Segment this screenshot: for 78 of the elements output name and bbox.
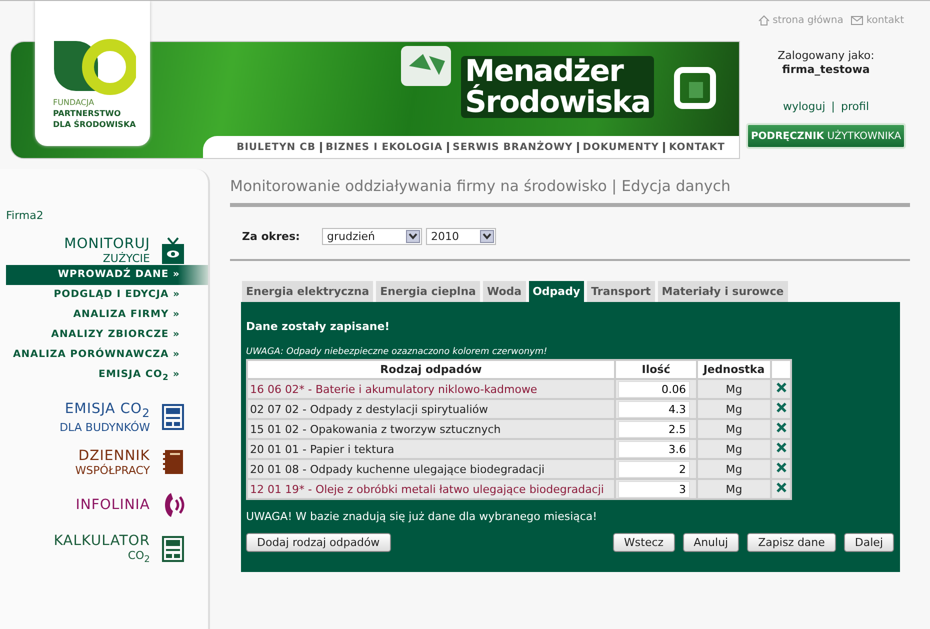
delete-icon[interactable] — [776, 482, 786, 493]
amount-input[interactable]: 3.6 — [618, 440, 690, 458]
success-message: Dane zostały zapisane! — [246, 320, 391, 333]
recycle-photo-icon — [401, 46, 451, 86]
unit-cell: Mg — [697, 419, 771, 439]
dropdown-arrow-icon — [406, 230, 420, 243]
nav-link[interactable]: SERWIS BRANŻOWY — [446, 142, 577, 152]
login-user: firma_testowa — [782, 63, 870, 76]
nav-link[interactable]: BIULETYN CB — [232, 142, 320, 152]
waste-type-cell: 20 01 01 - Papier i tektura — [247, 439, 615, 459]
tab[interactable]: Transport — [587, 281, 655, 302]
section-link[interactable]: INFOLINIA — [0, 490, 208, 519]
tab[interactable]: Materiały i surowce — [658, 281, 788, 302]
sidebar-item[interactable]: ANALIZY ZBIORCZE » — [0, 325, 208, 345]
form-button[interactable]: Anuluj — [682, 533, 740, 552]
link-separator: | — [831, 100, 836, 113]
section-link[interactable]: MONITORUJ ZUŻYCIE — [0, 236, 208, 265]
notebook-icon — [160, 449, 186, 476]
year-select[interactable]: 2010 — [426, 228, 496, 245]
amount-input[interactable]: 4.3 — [618, 400, 690, 418]
amount-input[interactable]: 0.06 — [618, 380, 690, 398]
sidebar-item[interactable]: ANALIZA PORÓWNAWCZA » — [0, 345, 208, 365]
profile-link[interactable]: profil — [841, 100, 869, 113]
section-link[interactable]: KALKULATOR CO$_{2}$ — [0, 532, 208, 566]
unit-cell: Mg — [697, 399, 771, 419]
column-header: Rodzaj odpadów — [247, 360, 615, 379]
sidebar-item[interactable]: ANALIZA FIRMY » — [0, 305, 208, 325]
section-link[interactable]: DZIENNIK WSPÓŁPRACY — [0, 448, 208, 477]
column-header: Ilość — [615, 360, 697, 379]
nav-link[interactable]: DOKUMENTY — [576, 142, 663, 152]
waste-type-cell: 16 06 02* - Baterie i akumulatory niklowo-kadmowe — [247, 379, 615, 399]
delete-icon[interactable] — [776, 402, 786, 413]
login-label: Zalogowany jako: — [778, 49, 874, 62]
tab[interactable]: Energia cieplna — [376, 281, 480, 302]
section-link[interactable]: EMISJA CO$_{2}$ DLA BUDYNKÓW — [0, 401, 208, 434]
delete-icon[interactable] — [776, 422, 786, 433]
tab[interactable]: Odpady — [528, 281, 584, 302]
period-label: Za okres: — [242, 230, 301, 243]
sidebar-item[interactable]: WPROWADŹ DANE » — [6, 265, 208, 285]
page-title: Monitorowanie oddziaływania firmy na środowisko | Edycja danych — [230, 177, 732, 195]
amount-input[interactable]: 2.5 — [618, 420, 690, 438]
manual-button[interactable]: PODRĘCZNIK UŻYTKOWNIKA — [746, 123, 906, 149]
logout-link[interactable]: wyloguj — [782, 100, 826, 113]
amount-input[interactable]: 2 — [618, 460, 690, 478]
banner-title: Menadżer Środowiska — [461, 56, 654, 118]
sidebar-item[interactable]: PODGLĄD I EDYCJA » — [0, 285, 208, 305]
waste-type-cell: 20 01 08 - Odpady kuchenne ulegające biodegradacji — [247, 459, 615, 479]
tab[interactable]: Woda — [482, 281, 526, 302]
sidebar-item[interactable]: EMISJA CO$_{2}$ » — [0, 365, 208, 387]
tv-icon — [160, 236, 186, 264]
delete-icon[interactable] — [776, 442, 786, 453]
home-icon — [758, 15, 770, 26]
waste-type-cell: 12 01 19* - Oleje z obróbki metali łatwo ulegające biodegradacji — [247, 479, 615, 499]
unit-cell: Mg — [697, 479, 771, 499]
delete-icon[interactable] — [776, 382, 786, 393]
delete-icon[interactable] — [776, 462, 786, 473]
dropdown-arrow-icon — [480, 230, 494, 243]
hazard-note: UWAGA: Odpady niebezpieczne ozaznaczono kolorem czerwonym! — [246, 347, 548, 357]
mail-icon — [851, 16, 864, 25]
form-button[interactable]: Wstecz — [613, 533, 675, 552]
logo-text: FUNDACJA PARTNERSTWO DLA ŚRODOWISKA — [52, 97, 136, 130]
unit-cell: Mg — [697, 459, 771, 479]
nav-link[interactable]: KONTAKT — [662, 142, 729, 152]
tab[interactable]: Energia elektryczna — [242, 281, 374, 302]
waste-type-cell: 02 07 02 - Odpady z destylacji spirytualiów — [247, 399, 615, 419]
nav-link[interactable]: BIZNES I EKOLOGIA — [320, 142, 447, 152]
column-header: Jednostka — [697, 360, 771, 379]
company-name: Firma2 — [5, 209, 44, 222]
existing-data-note: UWAGA! W bazie znadują się już dane dla wybranego miesiąca! — [246, 510, 598, 523]
form-button[interactable]: Dalej — [844, 533, 894, 552]
leaf-square-icon — [673, 66, 717, 110]
form-button[interactable]: Zapisz dane — [747, 533, 836, 552]
add-waste-button[interactable]: Dodaj rodzaj odpadów — [246, 533, 391, 552]
month-select[interactable]: grudzień — [322, 228, 422, 245]
unit-cell: Mg — [697, 439, 771, 459]
unit-cell: Mg — [697, 379, 771, 399]
amount-input[interactable]: 3 — [618, 480, 690, 498]
waste-type-cell: 15 01 02 - Opakowania z tworzyw sztucznych — [247, 419, 615, 439]
